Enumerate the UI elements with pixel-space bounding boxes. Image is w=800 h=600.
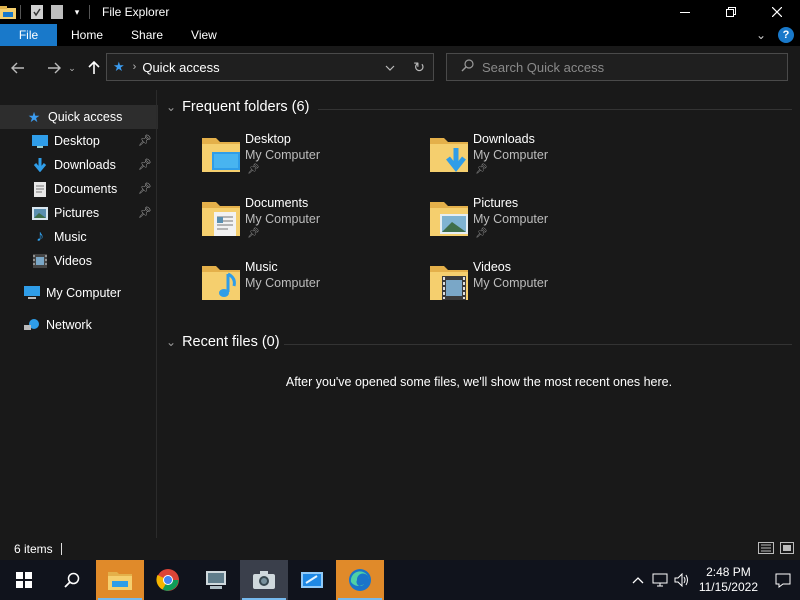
clock[interactable]: 2:48 PM 11/15/2022 [699,565,758,595]
tab-share[interactable]: Share [117,24,177,46]
content-pane: ⌄ Frequent folders (6) Desktop My Comput… [158,90,800,538]
breadcrumb-separator: › [132,61,137,73]
network-icon [24,317,40,333]
folder-tile-documents[interactable]: Documents My Computer 📌︎ [200,196,400,252]
search-input[interactable] [482,59,762,75]
sidebar-item-quick-access[interactable]: ★ Quick access [0,105,158,129]
expand-ribbon-icon[interactable]: ⌄ [756,28,766,42]
title-bar: ▾ File Explorer [0,0,800,24]
taskbar-file-explorer[interactable] [96,560,144,600]
taskbar-app-computer[interactable] [192,560,240,600]
frequent-folders-heading[interactable]: ⌄ Frequent folders (6) [166,99,309,115]
large-icons-view-icon[interactable] [780,542,794,557]
taskbar: 2:48 PM 11/15/2022 [0,560,800,600]
minimize-button[interactable] [662,0,708,24]
folder-tile-desktop[interactable]: Desktop My Computer 📌︎ [200,132,400,188]
pin-icon: 📌︎ [247,164,260,175]
new-folder-icon[interactable] [49,4,65,20]
sidebar-item-videos[interactable]: Videos [0,249,158,273]
pane-divider[interactable] [156,90,157,538]
pin-icon: 📌︎ [247,228,260,239]
recent-files-empty-message: After you've opened some files, we'll sh… [285,375,673,389]
desktop-icon [32,133,48,149]
folder-tile-videos[interactable]: Videos My Computer [428,260,628,316]
search-icon [461,59,474,75]
chevron-down-icon: ⌄ [166,100,177,114]
system-tray: 2:48 PM 11/15/2022 [627,560,800,600]
taskbar-edge[interactable] [336,560,384,600]
address-bar[interactable]: ★ › Quick access ↻ [106,53,434,81]
taskbar-app-screen[interactable] [288,560,336,600]
forward-button[interactable] [43,57,65,79]
clock-date: 11/15/2022 [698,580,758,594]
navigation-pane: ★ Quick access Desktop 📌︎ Downloads 📌︎ D… [0,90,158,538]
pictures-folder-icon [430,202,468,236]
video-icon [32,253,48,269]
tab-home[interactable]: Home [57,24,117,46]
tab-file[interactable]: File [0,24,57,46]
computer-icon [24,285,40,301]
downloads-folder-icon [430,138,468,173]
refresh-icon[interactable]: ↻ [413,59,425,76]
sidebar-item-downloads[interactable]: Downloads 📌︎ [0,153,158,177]
breadcrumb[interactable]: Quick access [142,60,219,75]
chevron-down-icon[interactable]: ▾ [69,4,85,20]
folder-tile-music[interactable]: Music My Computer [200,260,400,316]
network-status-icon[interactable] [649,573,671,587]
sidebar-item-music[interactable]: ♪ Music [0,225,158,249]
search-box[interactable] [446,53,788,81]
taskbar-chrome[interactable] [144,560,192,600]
help-icon[interactable]: ? [778,27,794,43]
pin-icon: 📌︎ [138,159,152,171]
back-button[interactable] [7,57,29,79]
quick-access-toolbar: ▾ [0,0,94,24]
recent-locations-button[interactable]: ⌄ [65,57,79,79]
picture-icon [32,205,48,221]
music-icon: ♪ [36,228,44,245]
pin-icon: 📌︎ [475,228,488,239]
restore-button[interactable] [708,0,754,24]
properties-icon[interactable] [29,4,45,20]
sidebar-item-pictures[interactable]: Pictures 📌︎ [0,201,158,225]
videos-folder-icon [430,266,468,300]
navigation-bar: ⌄ ★ › Quick access ↻ [0,46,800,90]
pin-icon: 📌︎ [138,207,152,219]
folder-tile-pictures[interactable]: Pictures My Computer 📌︎ [428,196,628,252]
sidebar-item-documents[interactable]: Documents 📌︎ [0,177,158,201]
close-button[interactable] [754,0,800,24]
desktop-folder-icon [202,138,240,172]
chevron-down-icon[interactable] [385,60,395,74]
clock-time: 2:48 PM [706,565,751,579]
sidebar-item-my-computer[interactable]: My Computer [0,281,158,305]
up-button[interactable] [83,57,105,79]
taskbar-camera[interactable] [240,560,288,600]
window-title: File Explorer [102,5,170,19]
tab-view[interactable]: View [177,24,231,46]
item-count: 6 items [14,542,53,556]
start-button[interactable] [0,560,48,600]
search-button[interactable] [48,560,96,600]
star-icon: ★ [113,59,125,74]
details-view-icon[interactable] [758,542,774,557]
notification-icon[interactable] [766,573,800,588]
sidebar-item-network[interactable]: Network [0,313,158,337]
pin-icon: 📌︎ [475,164,488,175]
star-icon: ★ [27,108,41,125]
ribbon-tabs: File Home Share View ⌄ ? [0,24,800,46]
pin-icon: 📌︎ [138,183,152,195]
status-bar: 6 items [0,538,800,560]
sidebar-item-desktop[interactable]: Desktop 📌︎ [0,129,158,153]
document-icon [32,181,48,197]
documents-folder-icon [202,202,240,236]
folder-icon[interactable] [0,4,16,20]
volume-icon[interactable] [671,573,693,587]
folder-tile-downloads[interactable]: Downloads My Computer 📌︎ [428,132,628,188]
pin-icon: 📌︎ [138,135,152,147]
chevron-up-icon[interactable] [627,576,649,584]
download-icon [32,157,48,173]
recent-files-heading[interactable]: ⌄ Recent files (0) [166,334,280,350]
chevron-down-icon: ⌄ [166,335,177,349]
music-folder-icon [202,266,240,300]
